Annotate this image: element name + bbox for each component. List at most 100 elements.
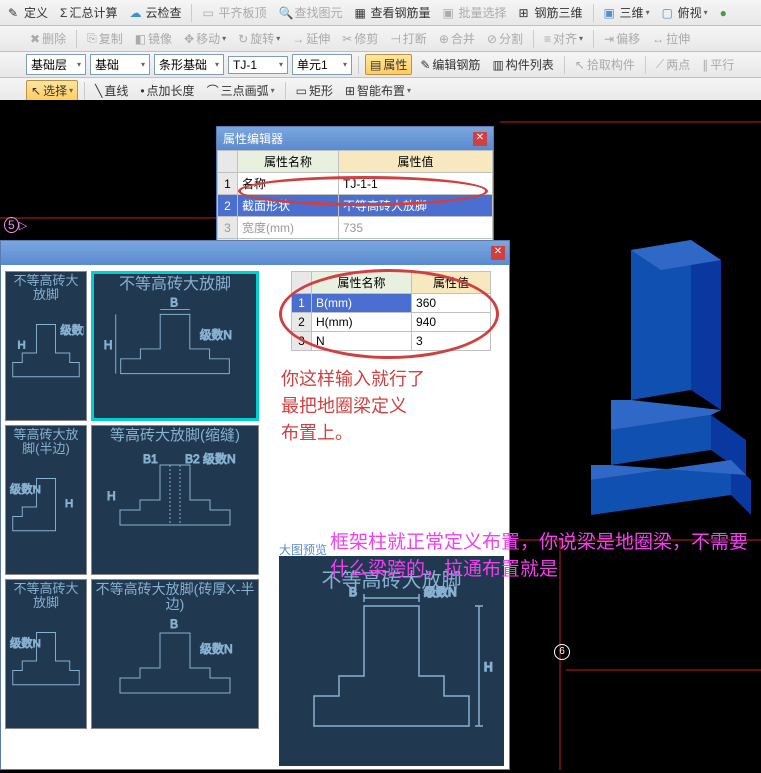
copy-icon: ⎘ (87, 31, 97, 46)
rebar-btn[interactable]: ▦查看钢筋量 (351, 2, 435, 23)
svg-text:H: H (18, 339, 26, 351)
svg-text:级数N: 级数N (10, 635, 41, 649)
property-editor-title[interactable]: 属性编辑器 ✕ (217, 127, 493, 150)
panel-titlebar[interactable]: ✕ (1, 241, 509, 265)
align-btn[interactable]: ≡对齐▾ (540, 28, 587, 49)
thumbnail-grid: 不等高砖大放脚 级数NH 不等高砖大放脚 B级数NH 等高砖大放脚(半边) 级数… (5, 271, 275, 729)
shape-thumb[interactable]: 不等高砖大放脚 级数N (5, 579, 87, 729)
complist-btn[interactable]: ▥构件列表 (488, 54, 557, 75)
rebar3d-btn[interactable]: ⊞钢筋三维 (515, 2, 587, 23)
foundation-3d-model (571, 230, 751, 550)
sigma-icon: Σ (60, 6, 67, 20)
search-icon: 🔍 (278, 6, 292, 20)
rect-icon: ▭ (296, 84, 307, 98)
find-btn[interactable]: 🔍查找图元 (274, 2, 346, 23)
close-icon[interactable]: ✕ (491, 246, 505, 260)
split-btn[interactable]: ⊘分割 (483, 28, 527, 49)
shape-selector-panel: ✕ 不等高砖大放脚 级数NH 不等高砖大放脚 B级数NH 等高砖大放脚(半边) … (0, 240, 510, 770)
shape-thumb[interactable]: 等高砖大放脚(半边) 级数NH (5, 425, 87, 575)
view3d-btn[interactable]: ▣三维▾ (600, 2, 654, 23)
list-icon: ▥ (492, 58, 503, 72)
rotate-icon: ↻ (238, 32, 248, 46)
globe-btn[interactable]: ● (716, 4, 731, 22)
line-btn[interactable]: ╲直线 (91, 80, 132, 101)
summary-btn[interactable]: Σ 汇总计算 (56, 2, 121, 23)
flat-btn[interactable]: ▭平齐板顶 (198, 2, 270, 23)
category-combo[interactable]: 基础▾ (90, 54, 150, 75)
parallel-btn[interactable]: ∥平行 (698, 54, 738, 75)
extend-btn[interactable]: →延伸 (288, 28, 334, 49)
svg-text:级数N: 级数N (200, 641, 233, 656)
table-row[interactable]: 2截面形状不等高砖大放脚 (218, 195, 493, 217)
merge-btn[interactable]: ⊕合并 (435, 28, 479, 49)
layer-combo[interactable]: 基础层▾ (26, 54, 86, 75)
ortho-btn[interactable]: ▢俯视▾ (658, 2, 712, 23)
extend-icon: → (292, 32, 304, 46)
mirror-icon: ◧ (135, 32, 146, 46)
svg-text:B2: B2 (185, 452, 200, 466)
batch-icon: ▣ (443, 6, 457, 20)
pick-btn[interactable]: ↖拾取构件 (571, 54, 639, 75)
rotate-btn[interactable]: ↻旋转▾ (234, 28, 284, 49)
break-icon: ⊣ (390, 32, 400, 46)
editbar-btn[interactable]: ✎编辑钢筋 (416, 54, 484, 75)
grid-icon: ▦ (355, 6, 369, 20)
table-row[interactable]: 3宽度(mm)735 (218, 217, 493, 239)
table-row[interactable]: 3N3 (292, 332, 491, 351)
annotation-text-red: 你这样输入就行了 最把地圈梁定义 布置上。 (281, 366, 425, 447)
addlen-btn[interactable]: •点加长度 (136, 80, 198, 101)
cursor-icon: ↖ (31, 84, 41, 98)
stretch-btn[interactable]: ↔拉伸 (648, 28, 694, 49)
svg-text:B: B (170, 617, 178, 631)
split-icon: ⊘ (487, 32, 497, 46)
point-icon: • (140, 84, 144, 98)
shape-thumb[interactable]: 不等高砖大放脚 B级数NH (91, 271, 259, 421)
copy-btn[interactable]: ⎘复制 (83, 28, 127, 49)
batch-btn[interactable]: ▣批量选择 (439, 2, 511, 23)
twopoint-btn[interactable]: ⟋两点 (652, 54, 694, 75)
twopoint-icon: ⟋ (656, 57, 664, 72)
define-btn[interactable]: ✎定义 (4, 2, 52, 23)
shape-thumb[interactable]: 不等高砖大放脚(砖厚X-半边) B级数N (91, 579, 259, 729)
stretch-icon: ↔ (652, 32, 664, 46)
cloud-check-btn[interactable]: ☁云检查 (125, 2, 185, 23)
ortho-icon: ▢ (662, 6, 676, 20)
break-btn[interactable]: ⊣打断 (386, 28, 430, 49)
component-combo[interactable]: TJ-1▾ (228, 56, 288, 74)
smart-btn[interactable]: ⊞智能布置▾ (341, 80, 415, 101)
rect-btn[interactable]: ▭矩形 (292, 80, 337, 101)
close-icon[interactable]: ✕ (473, 132, 487, 146)
col-val: 属性值 (338, 151, 492, 173)
merge-icon: ⊕ (439, 32, 449, 46)
axis-marker-6: 6 (554, 644, 570, 660)
editbar-icon: ✎ (420, 58, 430, 72)
delete-icon: ✖ (30, 32, 40, 46)
offset-icon: ⇥ (604, 32, 614, 46)
globe-icon: ● (720, 6, 727, 20)
table-row[interactable]: 1名称TJ-1-1 (218, 173, 493, 195)
svg-text:B1: B1 (143, 452, 158, 466)
trim-btn[interactable]: ✂修剪 (338, 28, 382, 49)
large-preview: 不等高砖大放脚 B 级数N H (279, 556, 504, 766)
svg-text:B: B (170, 295, 178, 309)
table-row[interactable]: 2H(mm)940 (292, 313, 491, 332)
svg-text:H: H (107, 489, 116, 503)
props-btn[interactable]: ▤属性 (365, 54, 412, 75)
shape-thumb[interactable]: 不等高砖大放脚 级数NH (5, 271, 87, 421)
type-combo[interactable]: 条形基础▾ (154, 54, 224, 75)
mirror-btn[interactable]: ◧镜像 (131, 28, 176, 49)
svg-text:H: H (65, 498, 73, 510)
unit-combo[interactable]: 单元1▾ (292, 54, 352, 75)
delete-btn[interactable]: ✖删除 (26, 28, 70, 49)
shape-thumb[interactable]: 等高砖大放脚(缩缝) B1B2级数NH (91, 425, 259, 575)
arc-btn[interactable]: ⌒三点画弧▾ (203, 80, 279, 101)
svg-text:级数N: 级数N (10, 481, 41, 495)
parallel-icon: ∥ (702, 58, 708, 72)
dimension-table[interactable]: 属性名称属性值 1B(mm)360 2H(mm)940 3N3 (291, 271, 491, 351)
axis-marker-5: 5▷ (4, 218, 27, 232)
offset-btn[interactable]: ⇥偏移 (600, 28, 644, 49)
select-btn[interactable]: ↖选择▾ (26, 80, 78, 101)
move-btn[interactable]: ✥移动▾ (180, 28, 230, 49)
table-row[interactable]: 1B(mm)360 (292, 294, 491, 313)
flat-icon: ▭ (202, 6, 216, 20)
